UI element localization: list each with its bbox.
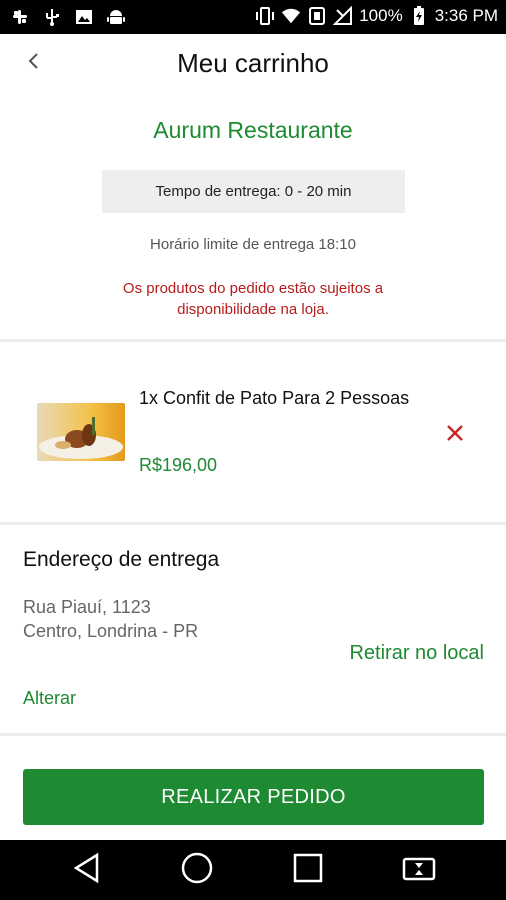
section-divider (0, 522, 506, 525)
delivery-limit-time: Horário limite de entrega 18:10 (150, 236, 356, 253)
item-name: 1x Confit de Pato Para 2 Pessoas (139, 388, 410, 408)
wifi-icon (281, 6, 301, 26)
delivery-time-box: Tempo de entrega: 0 - 20 min (102, 170, 405, 213)
slack-icon (10, 7, 30, 27)
section-divider (0, 733, 506, 736)
nav-recents-button[interactable] (288, 850, 328, 890)
nfc-icon (307, 6, 327, 26)
place-order-button[interactable]: REALIZAR PEDIDO (23, 769, 484, 825)
battery-percent: 100% (359, 6, 403, 25)
section-divider (0, 339, 506, 342)
vibrate-icon (255, 6, 275, 26)
recents-square-icon (292, 852, 324, 889)
nav-back-button[interactable] (66, 850, 106, 890)
status-bar-right: 100% 3:36 PM (255, 6, 498, 26)
nav-switch-apps-button[interactable] (399, 850, 439, 890)
close-icon (445, 423, 465, 448)
app-header: Meu carrinho (0, 34, 506, 96)
usb-icon (42, 7, 62, 27)
pickup-in-store-link[interactable]: Retirar no local (349, 642, 484, 665)
status-bar-left (10, 7, 126, 27)
signal-icon (333, 6, 353, 26)
status-time: 3:36 PM (434, 6, 498, 25)
change-address-link[interactable]: Alterar (23, 688, 76, 709)
page-title: Meu carrinho (177, 48, 329, 78)
address-city: Centro, Londrina - PR (23, 621, 199, 641)
nav-home-button[interactable] (177, 850, 217, 890)
system-nav-bar (0, 840, 506, 900)
restaurant-name: Aurum Restaurante (153, 117, 353, 143)
back-triangle-icon (71, 852, 101, 889)
remove-item-button[interactable] (440, 420, 470, 450)
address-street: Rua Piauí, 1123 (23, 597, 151, 617)
item-price: R$196,00 (139, 455, 218, 475)
address-title: Endereço de entrega (23, 548, 220, 571)
availability-warning: Os produtos do pedido estão sujeitos a d… (122, 280, 384, 318)
place-order-label: REALIZAR PEDIDO (161, 785, 346, 808)
android-icon (106, 7, 126, 27)
image-icon (74, 7, 94, 27)
cart-item: 1x Confit de Pato Para 2 Pessoas R$196,0… (0, 344, 506, 522)
status-bar: 100% 3:36 PM (0, 0, 506, 34)
delivery-time-label: Tempo de entrega: 0 - 20 min (155, 183, 352, 200)
item-thumbnail (37, 403, 125, 461)
battery-icon (409, 6, 429, 26)
home-circle-icon (180, 851, 214, 890)
switch-apps-icon (401, 853, 437, 888)
